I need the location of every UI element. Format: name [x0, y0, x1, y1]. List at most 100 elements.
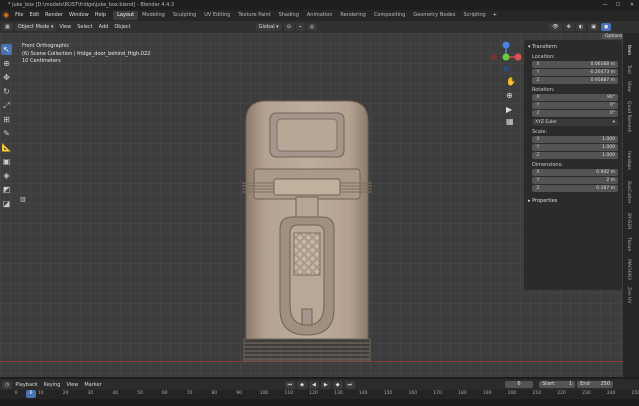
menu-view[interactable]: View — [56, 24, 74, 30]
next-keyframe-icon[interactable]: ◆ — [332, 380, 343, 389]
menu-window[interactable]: Window — [66, 10, 92, 21]
tab-modeling[interactable]: Modeling — [138, 11, 169, 20]
snap-icon[interactable]: ⌁ — [295, 23, 305, 31]
proportional-icon[interactable]: ◎ — [306, 23, 318, 31]
tab-machin3[interactable]: MACHIN3 — [626, 259, 631, 280]
grid-icon[interactable]: ▦ — [506, 117, 514, 126]
extra-tool-icon[interactable]: ◈ — [1, 170, 12, 181]
location-z-field[interactable]: Z 0.95887 m — [532, 77, 618, 84]
menu-help[interactable]: Help — [92, 10, 109, 21]
playback-menu[interactable]: Playback — [12, 382, 40, 388]
menu-file[interactable]: File — [12, 10, 26, 21]
boxcutter-icon[interactable]: ◩ — [1, 184, 12, 195]
scale-y-field[interactable]: Y 1.000 — [532, 144, 618, 151]
rotation-x-field[interactable]: X 90° — [532, 94, 618, 101]
tab-layout[interactable]: Layout — [113, 11, 139, 20]
cursor-icon[interactable]: ⊕ — [1, 58, 12, 69]
toggle-toolbar-icon[interactable]: ▥ — [20, 196, 28, 204]
tab-scripting[interactable]: Scripting — [459, 11, 489, 20]
add-cube-icon[interactable]: ▣ — [1, 156, 12, 167]
visibility-icon[interactable]: 👁 — [549, 23, 562, 31]
rotation-y-field[interactable]: Y 0° — [532, 102, 618, 109]
rotate-icon[interactable]: ↻ — [1, 86, 12, 97]
location-x-field[interactable]: X 0.06168 m — [532, 61, 618, 68]
tab-hardops[interactable]: Hardops — [626, 151, 631, 170]
scale-x-field[interactable]: X 1.000 — [532, 136, 618, 143]
playhead[interactable]: 6 — [26, 390, 36, 398]
tab-quad-remesh[interactable]: Quad Remesh — [626, 101, 631, 132]
frame-ruler[interactable]: 0 10 20 30 40 50 60 70 80 90 100 110 120 130 140 150 160… — [0, 390, 639, 399]
measure-icon[interactable]: 📐 — [1, 142, 12, 153]
tab-rendering[interactable]: Rendering — [336, 11, 370, 20]
menu-edit[interactable]: Edit — [26, 10, 42, 21]
xray-icon[interactable]: ▣ — [588, 23, 599, 31]
orientation-dropdown[interactable]: Global ▾ — [255, 23, 282, 31]
scale-icon[interactable]: ⤢ — [1, 100, 12, 111]
menu-object[interactable]: Object — [111, 24, 133, 30]
transform-icon[interactable]: ⊞ — [1, 114, 12, 125]
jump-start-icon[interactable]: ⏮ — [284, 380, 296, 389]
current-frame-field[interactable]: 6 — [505, 381, 534, 388]
dimensions-z-field[interactable]: Z 0.167 m — [532, 185, 618, 192]
editor-type-icon[interactable]: ▦ — [2, 23, 13, 31]
options-button[interactable]: Options — [602, 33, 626, 41]
navigation-gizmo[interactable] — [488, 39, 524, 75]
tab-compositing[interactable]: Compositing — [370, 11, 409, 20]
tab-view[interactable]: View — [626, 81, 631, 92]
tab-geometry-nodes[interactable]: Geometry Nodes — [409, 11, 459, 20]
maximize-icon[interactable]: ☐ — [612, 0, 624, 10]
tab-tissue[interactable]: Tissue — [626, 237, 631, 251]
play-reverse-icon[interactable]: ◀ — [309, 380, 319, 389]
menu-add[interactable]: Add — [96, 24, 112, 30]
tab-texture-paint[interactable]: Texture Paint — [234, 11, 274, 20]
minimize-icon[interactable]: — — [599, 0, 611, 10]
play-icon[interactable]: ▶ — [320, 380, 331, 389]
jump-end-icon[interactable]: ⏭ — [344, 380, 356, 389]
pan-hand-icon[interactable]: ✋ — [506, 77, 516, 86]
marker-menu[interactable]: Marker — [81, 382, 104, 388]
tab-sculpting[interactable]: Sculpting — [169, 11, 200, 20]
transform-header[interactable]: ▾ Transform — [528, 43, 618, 51]
rotation-z-field[interactable]: Z 0° — [532, 110, 618, 117]
move-icon[interactable]: ✥ — [1, 72, 12, 83]
prev-keyframe-icon[interactable]: ◆ — [297, 380, 308, 389]
pivot-icon[interactable]: ⊙ — [283, 23, 294, 31]
blender-logo-icon[interactable]: ◉ — [0, 10, 12, 21]
annotate-icon[interactable]: ✎ — [1, 128, 12, 139]
properties-header[interactable]: ▸ Properties — [528, 197, 618, 205]
zoom-icon[interactable]: ⊕ — [506, 91, 513, 100]
location-y-field[interactable]: Y -0.26473 m — [532, 69, 618, 76]
dimensions-x-field[interactable]: X 0.942 m — [532, 169, 618, 176]
shading-solid-icon[interactable]: ● — [600, 23, 612, 31]
start-frame-field[interactable]: Start 1 — [539, 381, 576, 388]
tab-item[interactable]: Item — [626, 45, 631, 55]
menu-render[interactable]: Render — [42, 10, 66, 21]
timeline-editor-icon[interactable]: ◷ — [2, 380, 13, 389]
tab-by-gen[interactable]: BY-GEN — [626, 213, 631, 230]
tab-uv-editing[interactable]: UV Editing — [200, 11, 234, 20]
gizmo-icon[interactable]: ✥ — [563, 23, 574, 31]
close-icon[interactable]: ✕ — [626, 0, 638, 10]
tab-zen-uv[interactable]: Zen UV — [626, 287, 631, 304]
ruler-tick-label: 240 — [606, 391, 616, 396]
overlay-icon[interactable]: ◐ — [575, 23, 587, 31]
tab-shading[interactable]: Shading — [275, 11, 303, 20]
tab-animation[interactable]: Animation — [303, 11, 337, 20]
select-box-icon[interactable]: ↖ — [1, 44, 12, 55]
orientation-label: Global — [258, 24, 275, 30]
dimensions-y-field[interactable]: Y 2 m — [532, 177, 618, 184]
field-value: 1.000 — [602, 153, 615, 158]
rotation-mode-dropdown[interactable]: XYZ Euler ▾ — [532, 119, 618, 126]
end-frame-field[interactable]: End 250 — [577, 381, 614, 388]
jukebox-model[interactable] — [232, 99, 382, 363]
scale-z-field[interactable]: Z 1.000 — [532, 152, 618, 159]
timeline-view-menu[interactable]: View — [63, 382, 81, 388]
add-workspace-icon[interactable]: + — [490, 10, 500, 21]
tab-tool[interactable]: Tool — [626, 65, 631, 74]
menu-select[interactable]: Select — [74, 24, 95, 30]
camera-icon[interactable]: ▶ — [506, 105, 512, 114]
hardops-icon[interactable]: ◪ — [1, 198, 12, 209]
tab-boxcutter[interactable]: BoxCutter — [626, 181, 631, 204]
keying-menu[interactable]: Keying — [41, 382, 64, 388]
mode-dropdown[interactable]: Object Mode ▾ — [14, 23, 57, 31]
